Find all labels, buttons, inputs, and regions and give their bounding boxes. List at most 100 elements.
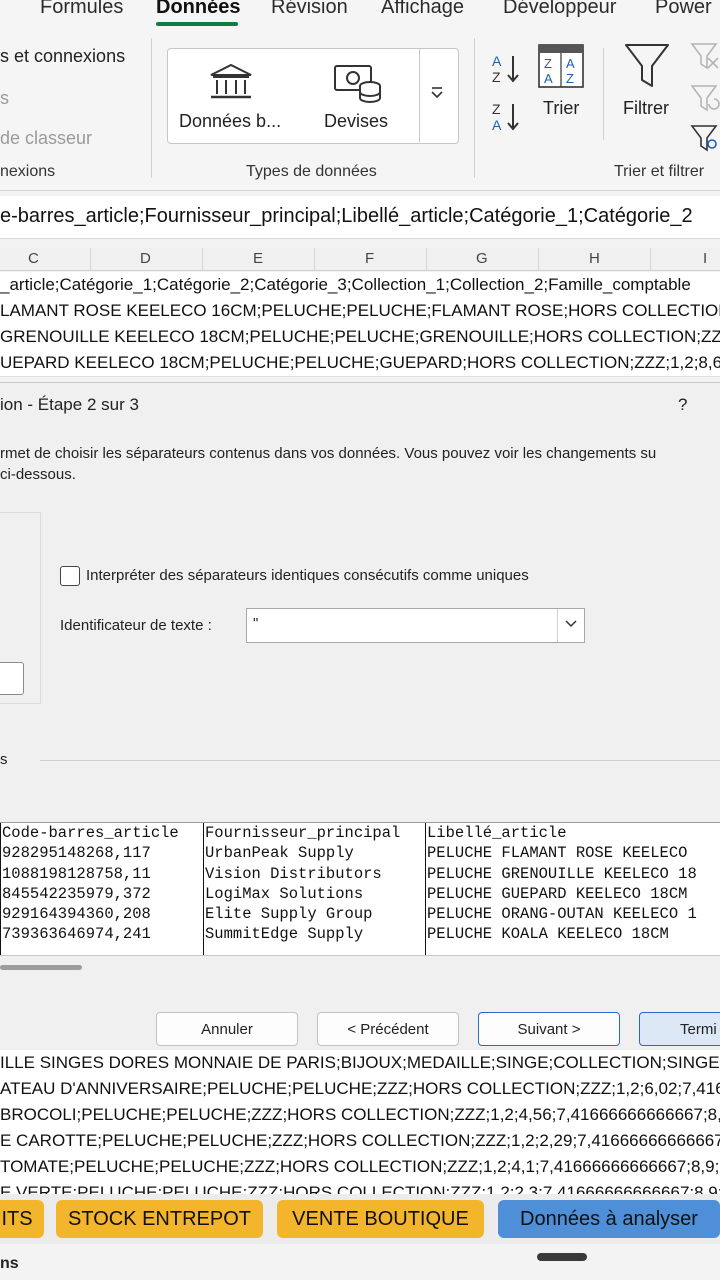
sort-ascending-icon[interactable]: A Z <box>490 52 524 91</box>
svg-text:Z: Z <box>566 71 574 86</box>
stocks-data-type-button[interactable]: Données b... <box>179 111 281 132</box>
cancel-button[interactable]: Annuler <box>156 1012 298 1046</box>
svg-text:Z: Z <box>492 69 501 85</box>
table-row[interactable]: GRENOUILLE KEELECO 18CM;PELUCHE;PELUCHE;… <box>0 324 720 351</box>
svg-text:Z: Z <box>492 101 501 117</box>
ribbon-separator <box>603 48 604 140</box>
next-button[interactable]: Suivant > <box>478 1012 620 1046</box>
preview-column[interactable]: Fournisseur_principal UrbanPeak Supply V… <box>203 823 400 955</box>
column-header-g[interactable]: G <box>476 250 488 267</box>
table-row[interactable]: _article;Catégorie_1;Catégorie_2;Catégor… <box>0 272 720 299</box>
tab-donnees[interactable]: Données <box>156 0 240 19</box>
help-button[interactable]: ? <box>678 395 687 415</box>
row-text: ILLE SINGES DORES MONNAIE DE PARIS;BIJOU… <box>0 1053 720 1072</box>
column-header-f[interactable]: F <box>365 250 374 267</box>
column-header-c[interactable]: C <box>28 250 39 267</box>
tab-developpeur[interactable]: Développeur <box>503 0 616 19</box>
table-row[interactable]: BROCOLI;PELUCHE;PELUCHE;ZZZ;HORS COLLECT… <box>0 1102 720 1129</box>
sort-icon: Z A A Z <box>538 44 584 93</box>
finish-button[interactable]: Termi <box>639 1012 720 1046</box>
status-bar <box>0 1244 720 1280</box>
preview-cell: PELUCHE GRENOUILLE KEELECO 18 <box>427 864 697 883</box>
sort-filter-group-label: Trier et filtrer <box>614 163 705 180</box>
column-header-e[interactable]: E <box>253 250 263 267</box>
workbook-links-button[interactable]: de classeur <box>0 128 92 149</box>
dropdown-button[interactable] <box>557 609 584 642</box>
column-separator <box>538 248 539 270</box>
chevron-down-icon[interactable] <box>430 86 444 104</box>
preview-section-label: s <box>0 751 8 768</box>
preview-cell: PELUCHE ORANG-OUTAN KEELECO 1 <box>427 905 697 924</box>
sort-button[interactable]: Trier <box>543 98 579 119</box>
table-row[interactable]: ATEAU D'ANNIVERSAIRE;PELUCHE;PELUCHE;ZZZ… <box>0 1076 720 1103</box>
preview-header: Code-barres_article <box>2 824 179 842</box>
row-text: UEPARD KEELECO 18CM;PELUCHE;PELUCHE;GUEP… <box>0 353 720 372</box>
currency-data-type-button[interactable]: Devises <box>324 111 388 132</box>
row-text: BROCOLI;PELUCHE;PELUCHE;ZZZ;HORS COLLECT… <box>0 1105 720 1124</box>
consecutive-delimiters-label[interactable]: Interpréter des séparateurs identiques c… <box>86 567 529 584</box>
column-separator <box>90 248 91 270</box>
svg-text:A: A <box>544 71 553 86</box>
tab-formules[interactable]: Formules <box>40 0 123 19</box>
queries-connections-button[interactable]: s et connexions <box>0 46 125 67</box>
active-tab-indicator <box>156 22 238 26</box>
data-types-group-label: Types de données <box>246 163 377 180</box>
column-header-d[interactable]: D <box>140 250 151 267</box>
description-line: rmet de choisir les séparateurs contenus… <box>0 445 657 462</box>
sort-descending-icon[interactable]: Z A <box>490 100 524 139</box>
column-header-h[interactable]: H <box>589 250 600 267</box>
sheet-tab-stock-entrepot[interactable]: STOCK ENTREPOT <box>56 1200 263 1238</box>
tab-affichage[interactable]: Affichage <box>381 0 464 19</box>
row-text: LAMANT ROSE KEELECO 16CM;PELUCHE;PELUCHE… <box>0 301 720 320</box>
consecutive-delimiters-checkbox[interactable] <box>60 566 80 586</box>
preview-cell: 929164394360,208 <box>2 905 151 924</box>
preview-cell: LogiMax Solutions <box>205 884 364 903</box>
sheet-tab-its[interactable]: ITS <box>0 1200 44 1238</box>
table-row[interactable]: TOMATE;PELUCHE;PELUCHE;ZZZ;HORS COLLECTI… <box>0 1154 720 1181</box>
bank-icon <box>207 62 255 107</box>
description-line: ci-dessous. <box>0 466 76 483</box>
previous-button[interactable]: < Précédent <box>317 1012 459 1046</box>
dialog-title: ion - Étape 2 sur 3 <box>0 395 139 414</box>
filter-button[interactable]: Filtrer <box>623 98 669 119</box>
preview-cell: Elite Supply Group <box>205 905 373 924</box>
data-preview[interactable]: Code-barres_article 928295148268,117 108… <box>0 822 720 956</box>
table-row[interactable]: E VERTE;PELUCHE;PELUCHE;ZZZ;HORS COLLECT… <box>0 1180 720 1195</box>
preview-scrollbar[interactable] <box>0 965 82 970</box>
table-row[interactable]: UEPARD KEELECO 18CM;PELUCHE;PELUCHE;GUEP… <box>0 350 720 377</box>
chevron-down-icon <box>565 620 577 628</box>
reapply-filter-icon[interactable] <box>690 84 720 117</box>
table-row[interactable]: E CAROTTE;PELUCHE;PELUCHE;ZZZ;HORS COLLE… <box>0 1128 720 1155</box>
preview-column[interactable]: Libellé_article PELUCHE FLAMANT ROSE KEE… <box>425 823 697 955</box>
tab-revision[interactable]: Révision <box>271 0 348 19</box>
column-separator <box>314 248 315 270</box>
preview-column[interactable]: Code-barres_article 928295148268,117 108… <box>0 823 179 955</box>
ribbon-separator <box>151 38 152 178</box>
properties-button[interactable]: s <box>0 88 9 109</box>
advanced-filter-icon[interactable] <box>690 124 720 157</box>
preview-header: Fournisseur_principal <box>205 824 401 842</box>
tab-power[interactable]: Power <box>655 0 712 19</box>
svg-text:A: A <box>492 53 502 69</box>
svg-text:A: A <box>492 117 502 133</box>
column-header-i[interactable]: I <box>703 250 707 267</box>
gallery-divider <box>419 48 420 142</box>
column-headers: C D E F G H I <box>0 248 720 271</box>
table-row[interactable]: LAMANT ROSE KEELECO 16CM;PELUCHE;PELUCHE… <box>0 298 720 325</box>
preview-cell: 928295148268,117 <box>2 844 151 863</box>
sheet-tab-vente-boutique[interactable]: VENTE BOUTIQUE <box>277 1200 484 1238</box>
text-qualifier-select[interactable]: " <box>246 608 585 643</box>
column-separator <box>202 248 203 270</box>
other-separator-input[interactable] <box>0 662 24 695</box>
preview-cell: 739363646974,241 <box>2 925 151 944</box>
formula-bar[interactable]: e-barres_article;Fournisseur_principal;L… <box>0 196 720 239</box>
table-row[interactable]: ILLE SINGES DORES MONNAIE DE PARIS;BIJOU… <box>0 1050 720 1077</box>
ribbon-separator <box>474 38 475 178</box>
preview-header: Libellé_article <box>427 824 567 842</box>
clear-filter-icon[interactable] <box>690 42 720 75</box>
sheet-tab-donnees-a-analyser[interactable]: Données à analyser <box>498 1200 720 1238</box>
text-qualifier-value: " <box>253 615 259 632</box>
connexions-group-label: nexions <box>0 163 56 180</box>
sheet-scroll-handle[interactable] <box>537 1253 587 1261</box>
preview-cell: PELUCHE GUEPARD KEELECO 18CM <box>427 884 688 903</box>
